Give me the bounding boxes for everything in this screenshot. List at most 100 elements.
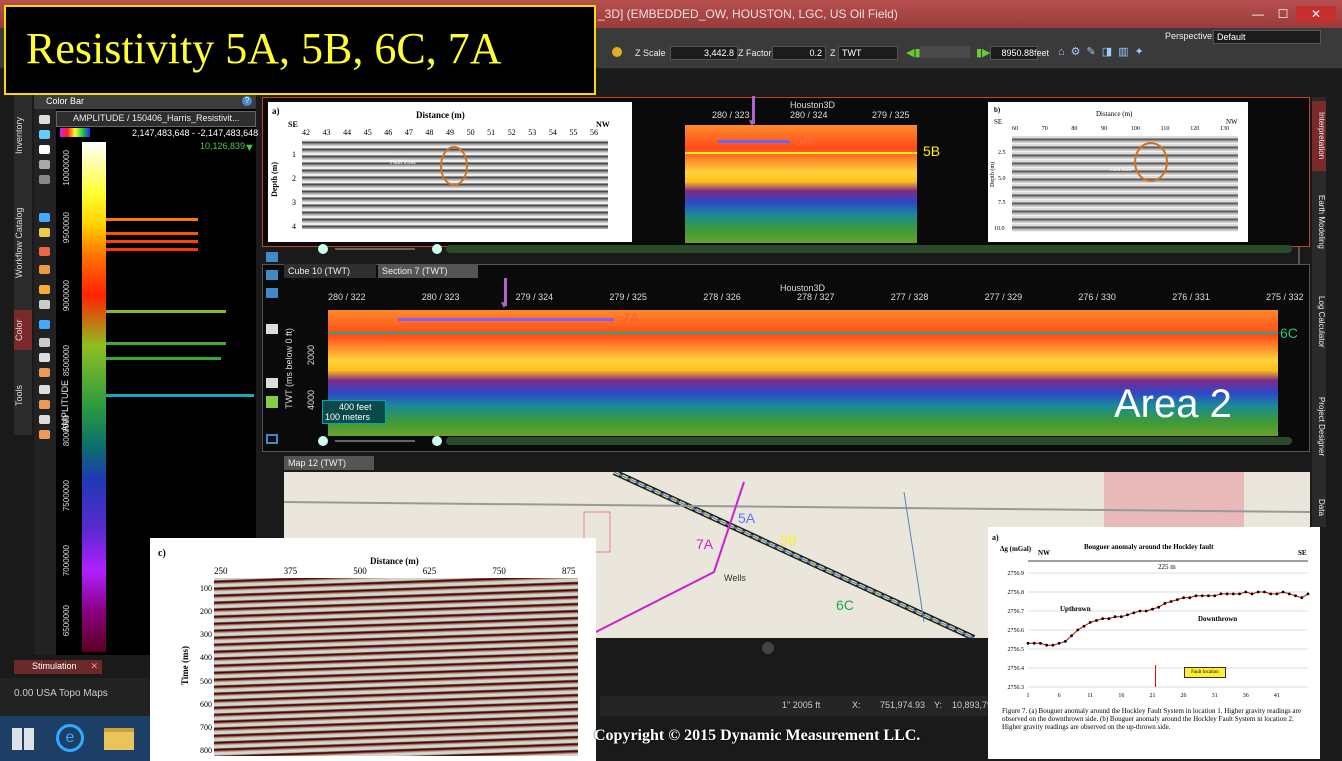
distance-input[interactable]: 8950.88 xyxy=(990,46,1038,60)
left-tab-strip: Inventory Workflow Catalog Color Tools xyxy=(14,95,32,435)
top-horizontal-scrollbar[interactable] xyxy=(446,245,1292,253)
zoom-out-icon[interactable] xyxy=(318,244,328,254)
grid-icon[interactable] xyxy=(39,320,50,329)
window-title: _3D] (EMBEDDED_OW, HOUSTON, LGC, US Oil … xyxy=(598,7,898,21)
help-icon[interactable]: ? xyxy=(242,96,252,106)
x-tick: 50 xyxy=(466,128,475,137)
color-swatch-icon[interactable] xyxy=(60,128,90,137)
layers-icon[interactable] xyxy=(39,368,50,377)
map-icon[interactable] xyxy=(266,396,278,408)
refresh-icon[interactable] xyxy=(39,130,50,139)
map-zoom-handle[interactable] xyxy=(762,642,774,654)
figure-panel-label: c) xyxy=(158,548,166,559)
z-domain-select[interactable]: TWT xyxy=(838,46,898,60)
top-survey-label: Houston3D xyxy=(790,100,836,110)
toolbar-tools-icons[interactable]: ⌂⚙✎◨▥✦ xyxy=(1058,45,1188,59)
folder-icon[interactable] xyxy=(104,728,134,750)
copy-icon[interactable] xyxy=(39,338,50,347)
data-point xyxy=(1107,617,1111,620)
x-tick: 625 xyxy=(422,566,437,576)
palette-icon[interactable] xyxy=(39,145,50,154)
camera-icon[interactable] xyxy=(266,324,278,334)
zoom-in-icon[interactable] xyxy=(432,436,442,446)
doc-icon[interactable] xyxy=(39,353,50,362)
paint-icon[interactable] xyxy=(39,265,50,274)
zoom-out-icon[interactable] xyxy=(318,436,328,446)
z-scale-input[interactable]: 3,442.8 xyxy=(670,46,738,60)
arrow-icon[interactable] xyxy=(39,247,50,256)
data-point xyxy=(1269,592,1273,596)
step-forward-icon[interactable]: ▮▶ xyxy=(976,46,991,59)
close-button[interactable]: ✕ xyxy=(1296,6,1336,22)
tab-log-calculator[interactable]: Log Calculator xyxy=(1312,287,1326,357)
data-point xyxy=(1032,641,1036,645)
undo-icon[interactable] xyxy=(39,160,50,169)
minimize-button[interactable]: — xyxy=(1245,6,1271,22)
zoom-track[interactable] xyxy=(335,248,415,250)
tab-section-7[interactable]: Section 7 (TWT) xyxy=(378,264,478,278)
square-icon[interactable] xyxy=(266,434,278,444)
slider-track[interactable] xyxy=(920,46,970,58)
x-tick: 41 xyxy=(1274,693,1280,699)
z-factor-input[interactable]: 0.2 xyxy=(772,46,826,60)
snowflake-icon[interactable] xyxy=(39,213,50,222)
tab-color[interactable]: Color xyxy=(14,310,32,350)
label-5A-top: 5A xyxy=(795,132,813,148)
perspective-select[interactable]: Default xyxy=(1213,30,1321,44)
export-icon[interactable] xyxy=(39,430,50,439)
colorbar-title: Color Bar xyxy=(46,96,85,106)
browser-icon[interactable]: e xyxy=(56,724,84,752)
overlay-title-box: Resistivity 5A, 5B, 6C, 7A xyxy=(4,5,596,95)
tab-cube-10-label: Cube 10 (TWT) xyxy=(288,266,351,276)
maximize-button[interactable]: ☐ xyxy=(1270,6,1296,22)
zoom-track[interactable] xyxy=(335,440,415,442)
pan-icon[interactable] xyxy=(266,252,278,262)
tab-section-7-label: Section 7 (TWT) xyxy=(382,266,448,276)
table-icon[interactable] xyxy=(39,385,50,394)
step-back-icon[interactable]: ◀▮ xyxy=(906,46,921,59)
x-tick: 49 xyxy=(446,128,454,137)
fault-location-label: Fault location xyxy=(1184,667,1226,678)
data-point xyxy=(1095,619,1098,622)
note-icon[interactable] xyxy=(39,415,50,424)
tab-tools[interactable]: Tools xyxy=(14,375,32,415)
figure-gravity: a) Bouguer anomaly around the Hockley fa… xyxy=(988,527,1320,759)
x-tick: 80 xyxy=(1071,126,1078,132)
line-6C xyxy=(328,332,1278,334)
flag-icon[interactable] xyxy=(39,285,50,294)
list-icon[interactable] xyxy=(39,115,50,124)
z-scale-label: Z Scale xyxy=(635,48,666,58)
tab-workflow-catalog[interactable]: Workflow Catalog xyxy=(14,195,32,290)
mid-y-tick: 2000 xyxy=(306,345,316,366)
tab-interpretation[interactable]: Interpretation xyxy=(1312,101,1326,171)
data-point xyxy=(1175,598,1179,601)
tab-inventory[interactable]: Inventory xyxy=(14,105,32,165)
zoom-in-icon[interactable] xyxy=(432,244,442,254)
colorbar-attribute-select[interactable]: AMPLITUDE / 150406_Harris_Resistivit... xyxy=(56,111,256,127)
select-icon[interactable] xyxy=(266,288,278,298)
tab-earth-modeling[interactable]: Earth Modeling xyxy=(1312,182,1326,262)
tab-map-12[interactable]: Map 12 (TWT) xyxy=(284,456,374,470)
histogram-bar xyxy=(106,342,226,345)
figure-caption: Figure 7. (a) Bouguer anomaly around the… xyxy=(1002,707,1301,731)
direction-right: SE xyxy=(1298,549,1307,557)
redo-icon[interactable] xyxy=(39,175,50,184)
tab-stimulation[interactable]: Stimulation ✕ xyxy=(14,660,102,674)
mid-horizontal-scrollbar[interactable] xyxy=(446,437,1292,445)
sun-icon[interactable] xyxy=(612,47,622,57)
tab-data[interactable]: Data xyxy=(1312,492,1326,522)
image-icon[interactable] xyxy=(39,228,50,237)
colorbar-tool-icons xyxy=(34,95,56,655)
light-icon[interactable] xyxy=(266,378,278,388)
y-tick: 10.0 xyxy=(994,226,1005,232)
x-tick: 70 xyxy=(1041,126,1048,132)
windows-start-icon[interactable] xyxy=(12,728,34,750)
tab-project-designer[interactable]: Project Designer xyxy=(1312,387,1326,467)
figure-title: Distance (m) xyxy=(1096,110,1133,118)
tool-icon[interactable] xyxy=(39,300,50,309)
close-icon[interactable]: ✕ xyxy=(90,661,98,672)
rotate-icon[interactable] xyxy=(266,270,278,280)
y-tick: 4 xyxy=(292,222,296,231)
tab-cube-10[interactable]: Cube 10 (TWT) xyxy=(284,264,376,278)
stack-icon[interactable] xyxy=(39,400,50,409)
